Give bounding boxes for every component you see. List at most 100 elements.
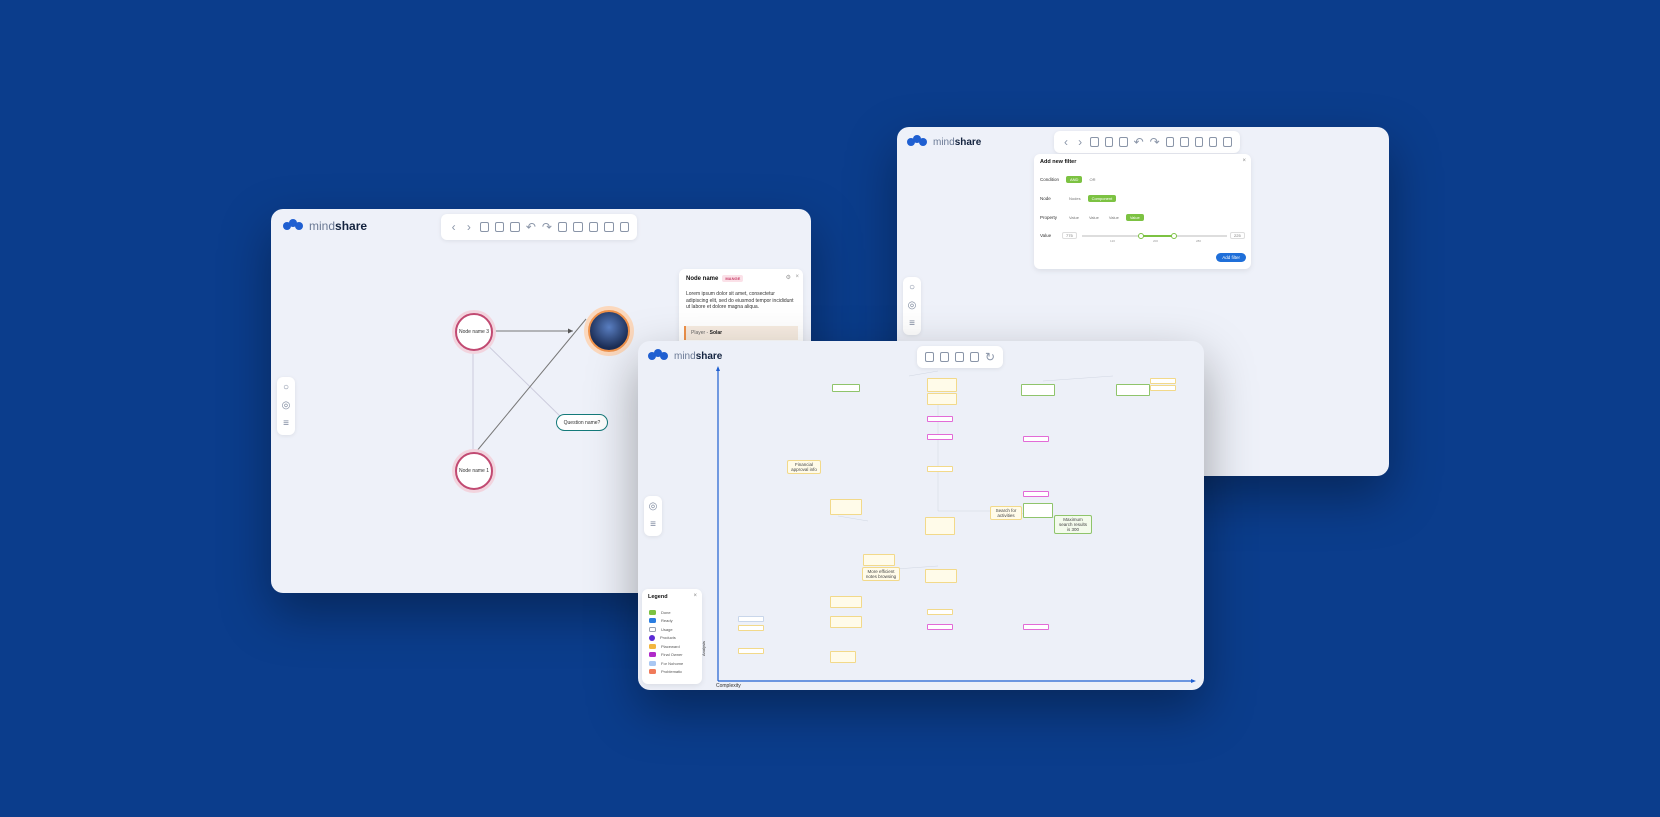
graph-node[interactable]: Node name 1	[455, 452, 493, 490]
legend-item: For Nohome	[649, 659, 683, 668]
add-filter-button[interactable]: Add filter	[1216, 253, 1246, 262]
matrix-node-small[interactable]	[738, 616, 764, 622]
legend-label: Placeward	[661, 643, 680, 649]
back-icon[interactable]: ‹	[1062, 136, 1070, 148]
legend-swatch-for-nohome	[649, 660, 656, 666]
matrix-node-small[interactable]	[738, 648, 764, 654]
property-option[interactable]: Value	[1066, 214, 1082, 221]
matrix-node-small[interactable]	[1023, 624, 1049, 630]
matrix-node-small[interactable]	[738, 625, 764, 631]
property-option[interactable]: Value	[1106, 214, 1122, 221]
style-icon[interactable]: ◎	[907, 301, 917, 311]
matrix-node-small[interactable]	[863, 554, 895, 566]
top-toolbar: ‹ › ↶ ↷	[1054, 131, 1240, 153]
legend-item: Problematic	[649, 668, 683, 677]
legend-list: Done Ready Usage Products Placeward Fina…	[649, 608, 683, 676]
matrix-node-small[interactable]	[1021, 384, 1055, 396]
player-label: Player -	[691, 330, 709, 336]
legend-label: Final Owner	[661, 652, 683, 658]
side-tools: ○ ◎ ≡	[903, 277, 921, 335]
node-option-component[interactable]: Component	[1087, 195, 1117, 202]
search-icon[interactable]: ○	[907, 283, 917, 293]
close-icon[interactable]: ×	[693, 593, 697, 599]
node-detail-panel: Node name MANGE ⚙ × Lorem ipsum dolor sit…	[679, 269, 803, 349]
legend-item: Ready	[649, 617, 683, 626]
matrix-node-small[interactable]	[925, 569, 957, 583]
emoji-icon[interactable]	[1119, 137, 1128, 147]
node-label: Node name 1	[458, 468, 490, 474]
matrix-node-large[interactable]: Financial approval info	[787, 460, 821, 474]
matrix-node-small[interactable]	[925, 517, 955, 535]
value-row: Value 775 120 200 280 225	[1040, 232, 1245, 245]
image-icon[interactable]	[1104, 137, 1114, 147]
legend-item: Placeward	[649, 642, 683, 651]
slider-handle-max[interactable]	[1171, 233, 1177, 239]
question-node[interactable]: Question name?	[556, 414, 608, 431]
legend-label: For Nohome	[661, 660, 684, 666]
value-max-input[interactable]: 225	[1230, 232, 1245, 239]
matrix-node-small[interactable]	[830, 499, 862, 515]
legend-item: Final Owner	[649, 651, 683, 660]
slider-tick: 120	[1110, 239, 1116, 243]
export-icon[interactable]	[1209, 137, 1218, 147]
forward-icon[interactable]: ›	[1076, 136, 1084, 148]
property-option-selected[interactable]: Value	[1125, 214, 1144, 221]
matrix-node-small[interactable]	[830, 651, 856, 663]
settings-icon[interactable]: ⚙	[786, 274, 791, 281]
property-option[interactable]: Value	[1086, 214, 1102, 221]
matrix-node-small[interactable]	[927, 378, 957, 392]
filter-icon[interactable]	[1090, 137, 1099, 147]
matrix-node-small[interactable]	[1023, 436, 1049, 442]
matrix-node-small[interactable]	[830, 596, 862, 608]
matrix-node-large[interactable]: Maximum search results is 300	[1054, 515, 1092, 534]
dialog-title: Add new filter	[1040, 159, 1077, 165]
close-icon[interactable]: ×	[795, 274, 799, 280]
matrix-node-small[interactable]	[832, 384, 860, 392]
legend-swatch-usage	[649, 626, 656, 632]
legend-panel: Legend × Done Ready Usage Products Place…	[642, 589, 702, 684]
slider-handle-min[interactable]	[1138, 233, 1144, 239]
legend-label: Problematic	[661, 669, 683, 675]
matrix-node-small[interactable]	[830, 616, 862, 628]
legend-swatch-final-owner	[649, 652, 656, 658]
matrix-node-small[interactable]	[1116, 384, 1150, 396]
slider-tick: 200	[1153, 239, 1159, 243]
list-icon[interactable]: ≡	[907, 319, 917, 329]
matrix-node-small[interactable]	[927, 393, 957, 405]
delete-icon[interactable]	[1223, 137, 1232, 147]
property-label: Property	[1040, 215, 1058, 220]
value-min-input[interactable]: 775	[1062, 232, 1077, 239]
close-icon[interactable]: ×	[1242, 158, 1246, 164]
matrix-node-small[interactable]	[1150, 378, 1176, 384]
add-filter-dialog: Add new filter × Condition AND OR Node N…	[1034, 154, 1251, 269]
node-label: Node name 3	[458, 329, 490, 335]
condition-and-button[interactable]: AND	[1066, 176, 1083, 183]
player-value: Solar	[709, 330, 723, 336]
matrix-node-small[interactable]	[927, 466, 953, 472]
copy-icon[interactable]	[1165, 137, 1175, 147]
legend-label: Ready	[661, 618, 673, 624]
redo-icon[interactable]: ↷	[1150, 136, 1160, 148]
matrix-node-small[interactable]	[927, 624, 953, 630]
graph-node[interactable]: Node name 3	[455, 313, 493, 351]
matrix-node-small[interactable]	[927, 609, 953, 615]
player-row: Player - Solar	[684, 326, 798, 340]
settings-icon[interactable]	[1194, 137, 1203, 147]
matrix-node-small[interactable]	[927, 434, 953, 440]
brand-name-bold: share	[954, 136, 982, 148]
matrix-node-small[interactable]	[1023, 503, 1053, 518]
value-slider-range	[1140, 234, 1173, 237]
node-option-nodes[interactable]: Nodes	[1066, 195, 1084, 202]
graph-node-image[interactable]	[588, 310, 630, 352]
matrix-node-small[interactable]	[1150, 385, 1176, 391]
matrix-node-large[interactable]: Search for activities	[990, 506, 1022, 520]
matrix-node-large[interactable]: More efficient notes browsing	[862, 567, 900, 581]
paste-icon[interactable]	[1180, 137, 1189, 147]
matrix-node-small[interactable]	[1023, 491, 1049, 497]
condition-or-button[interactable]: OR	[1086, 176, 1098, 183]
legend-swatch-problematic	[649, 669, 656, 675]
matrix-node-small[interactable]	[927, 416, 953, 422]
matrix-window: mind share ↻ ◎ ≡ Analysis Complexity Fina…	[638, 341, 1204, 690]
undo-icon[interactable]: ↶	[1134, 136, 1144, 148]
condition-label: Condition	[1040, 177, 1060, 182]
